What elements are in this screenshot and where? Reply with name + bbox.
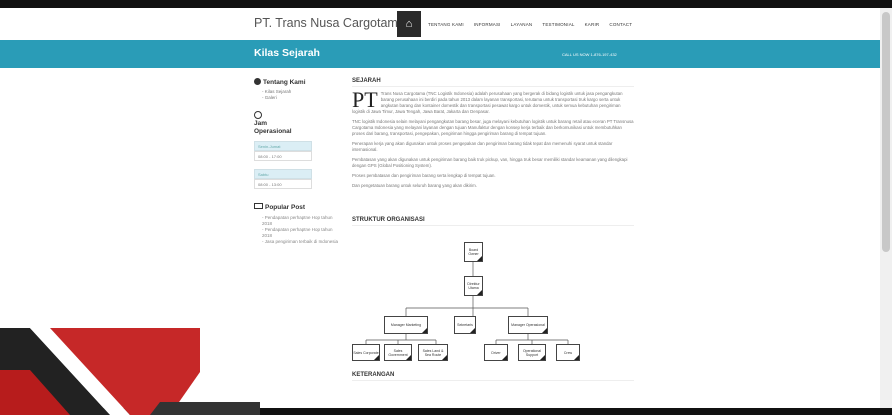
dropcap: PT	[352, 87, 378, 112]
hours-heading: Jam Operasional	[254, 111, 340, 136]
popular-post-2[interactable]: - Pendapatan perhaptne Hop tahun 2018	[262, 227, 340, 239]
org-sales-government: Sales Government	[384, 344, 412, 361]
popular-list: - Pendapatan perhaptne Hop tahun 2018 - …	[262, 215, 340, 245]
org-staff: Sekretaris	[454, 316, 476, 334]
org-marketing: Manager Marketing	[384, 316, 428, 334]
sidebar: Tentang Kami - Kilas Sejarah - Galeri Ja…	[254, 78, 340, 245]
nav-menu: TENTANG KAMI INFORMASI LAYANAN TESTIMONI…	[428, 22, 632, 27]
org-sales-route: Sales Land & Sea Route	[418, 344, 448, 361]
org-chart: Board Owner Direktur Utama Sekretaris Ma…	[352, 232, 634, 362]
hours-table: Senin-Jumat 08:00 - 17:00 Sabtu 08:00 - …	[254, 141, 312, 189]
history-paragraph-3: Penerapan kerja yang akan digunakan untu…	[352, 141, 613, 152]
sidebar-item-gallery[interactable]: - Galeri	[262, 95, 340, 101]
nav-item-services[interactable]: LAYANAN	[511, 22, 533, 27]
section-notes-heading: KETERANGAN	[352, 372, 634, 381]
section-org-heading: STRUKTUR ORGANISASI	[352, 217, 634, 226]
org-ops-crew: Crew	[556, 344, 580, 361]
sidebar-about-heading: Tentang Kami	[254, 78, 340, 86]
clock-icon	[254, 111, 262, 119]
org-chart-lines	[365, 262, 569, 344]
hours-label-saturday: Sabtu	[254, 169, 312, 179]
org-operational: Manager Operasional	[508, 316, 548, 334]
page-title-band: Kilas Sejarah CALL US NOW 1-876-197-432	[0, 40, 880, 68]
popular-heading: Popular Post	[254, 203, 340, 211]
history-paragraph-6: Dan pengetatuan barang untuk seluruh bar…	[352, 183, 477, 188]
hours-label-weekday: Senin-Jumat	[254, 141, 312, 151]
org-sales-corporate: Sales Corporate	[352, 344, 380, 361]
newspaper-icon	[254, 203, 263, 209]
brand-logo[interactable]: PT. Trans Nusa Cargotama	[254, 16, 405, 30]
org-ops-support: Operational Support	[518, 344, 546, 361]
watermark-logo	[0, 328, 260, 415]
hours-value-saturday: 08:00 - 13:00	[254, 179, 312, 189]
main-content: SEJARAH PT Trans Nusa Cargotama (TNC Log…	[352, 78, 634, 381]
sidebar-about-list: - Kilas Sejarah - Galeri	[262, 89, 340, 101]
info-icon	[254, 78, 261, 85]
nav-item-about[interactable]: TENTANG KAMI	[428, 22, 464, 27]
call-us-text: CALL US NOW 1-876-197-432	[562, 52, 617, 57]
page-title: Kilas Sejarah	[254, 47, 320, 59]
history-paragraph-2: TNC logistik Indonesia selain melayani p…	[352, 119, 634, 136]
nav-item-testimonial[interactable]: TESTIMONIAL	[542, 22, 574, 27]
nav-item-contact[interactable]: CONTACT	[609, 22, 632, 27]
top-navbar: PT. Trans Nusa Cargotama ⌂ TENTANG KAMI …	[0, 8, 880, 40]
nav-item-career[interactable]: KARIR	[585, 22, 600, 27]
history-paragraph-5: Proses pembatasan dan pengiriman barang …	[352, 173, 496, 178]
org-director: Direktur Utama	[464, 276, 483, 296]
vertical-scrollbar[interactable]	[880, 8, 892, 408]
history-paragraph-1: PT Trans Nusa Cargotama (TNC Logistik In…	[352, 87, 623, 115]
popular-post-3[interactable]: - Jasa pengiriman terbaik di Indonesia	[262, 239, 340, 245]
org-ops-driver: Driver	[484, 344, 508, 361]
section-history-heading: SEJARAH	[352, 78, 634, 87]
nav-item-info[interactable]: INFORMASI	[474, 22, 501, 27]
hours-value-weekday: 08:00 - 17:00	[254, 151, 312, 161]
scrollbar-thumb[interactable]	[882, 12, 890, 252]
org-board: Board Owner	[464, 242, 483, 262]
popular-post-1[interactable]: - Pendapatan perhaptne Hop tahun 2018	[262, 215, 340, 227]
home-icon[interactable]: ⌂	[397, 11, 421, 37]
history-paragraph-4: Pembatasan yang akan digunakan untuk pen…	[352, 157, 628, 168]
